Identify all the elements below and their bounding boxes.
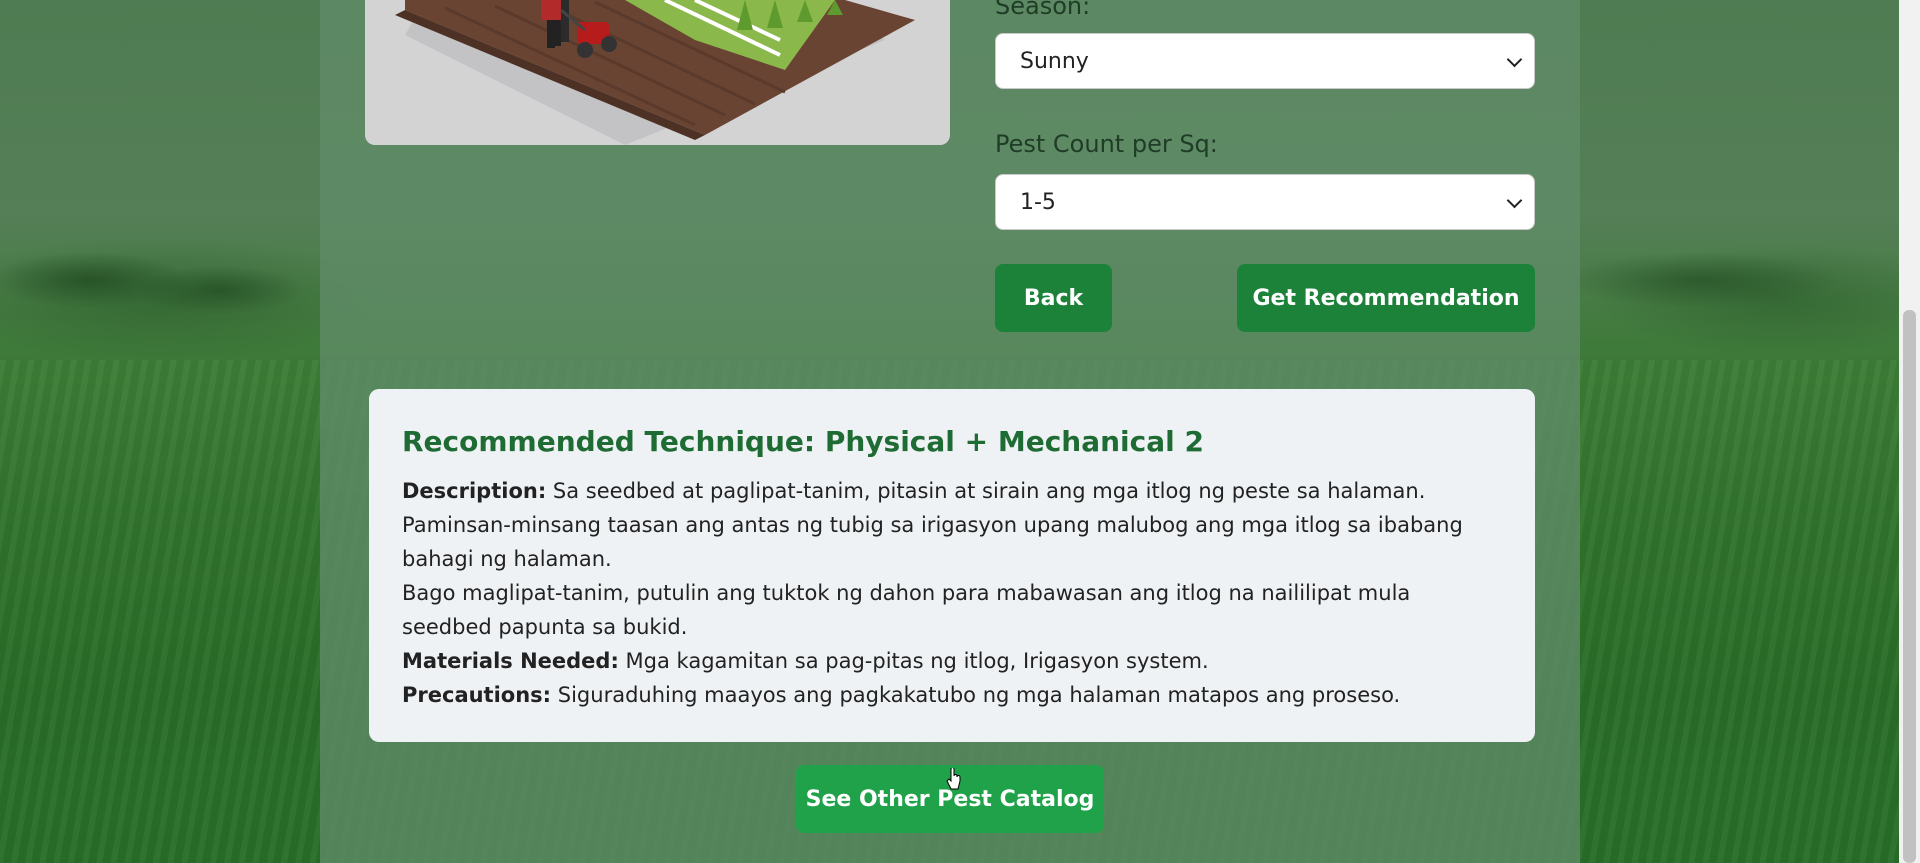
pest-count-select-value: 1-5 [1020,189,1056,215]
pest-count-label: Pest Count per Sq: [995,130,1218,158]
materials-value: Mga kagamitan sa pag-pitas ng itlog, Iri… [625,649,1209,673]
materials-line: Materials Needed: Mga kagamitan sa pag-p… [402,644,1502,678]
chevron-down-icon [1506,51,1523,67]
pest-count-select[interactable]: 1-5 [995,174,1535,230]
precautions-line: Precautions: Siguraduhing maayos ang pag… [402,678,1502,712]
page-scrollbar[interactable] [1899,0,1920,863]
materials-label: Materials Needed: [402,649,619,673]
precautions-label: Precautions: [402,683,552,707]
recommendation-body: Description: Sa seedbed at paglipat-tani… [402,474,1502,712]
season-select-value: Sunny [1020,48,1089,74]
farm-illustration [365,0,950,145]
chevron-down-icon [1506,192,1523,208]
description-label: Description: [402,479,547,503]
back-button[interactable]: Back [995,264,1112,332]
recommendation-card: Recommended Technique: Physical + Mechan… [369,389,1535,742]
description-text-2: Paminsan-minsang taasan ang antas ng tub… [402,513,1463,571]
mouse-cursor-icon [946,768,961,790]
season-label: Season: [995,0,1091,20]
description-line-1: Description: Sa seedbed at paglipat-tani… [402,474,1502,508]
scrollbar-thumb[interactable] [1903,310,1916,863]
season-select[interactable]: Sunny [995,33,1535,89]
description-text-1: Sa seedbed at paglipat-tanim, pitasin at… [552,479,1426,503]
precautions-value: Siguraduhing maayos ang pagkakatubo ng m… [557,683,1401,707]
recommendation-title: Recommended Technique: Physical + Mechan… [402,425,1204,458]
get-recommendation-button[interactable]: Get Recommendation [1237,264,1535,332]
description-text-3: Bago maglipat-tanim, putulin ang tuktok … [402,581,1411,639]
